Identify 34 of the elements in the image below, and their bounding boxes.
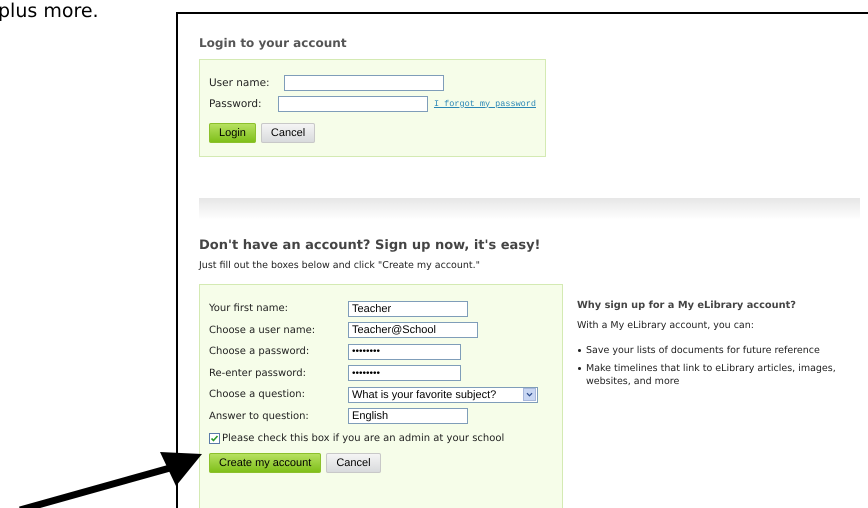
section-title: Login to your account bbox=[199, 36, 348, 50]
field-label: User name: bbox=[209, 76, 271, 88]
input-field[interactable] bbox=[284, 74, 444, 90]
password-field[interactable]: •••••••• bbox=[348, 344, 461, 360]
bullet-icon bbox=[578, 349, 581, 352]
field-label: Choose a question: bbox=[209, 389, 306, 400]
info-text: With a My eLibrary account, you can: bbox=[577, 320, 755, 331]
question-dropdown[interactable]: What is your favorite subject? bbox=[348, 386, 538, 403]
checkbox-label: Please check this box if you are an admin at your school bbox=[222, 433, 504, 444]
text-field[interactable]: Teacher bbox=[348, 300, 468, 317]
field-label: Re-enter password: bbox=[209, 368, 307, 379]
field-label: Choose a password: bbox=[209, 346, 310, 358]
field-label: Your first name: bbox=[209, 303, 289, 314]
forgot-password-link[interactable]: I forgot my password bbox=[434, 98, 536, 108]
input-field[interactable] bbox=[278, 96, 428, 112]
text-field[interactable]: English bbox=[348, 408, 468, 424]
bullet-icon bbox=[578, 367, 581, 370]
field-label: Password: bbox=[209, 98, 263, 110]
list-item: Make timelines that link to eLibrary articles, images, websites, and more bbox=[586, 362, 837, 388]
cancel-button[interactable]: Cancel bbox=[260, 123, 316, 143]
submit-button[interactable]: Create my account bbox=[209, 453, 322, 473]
section-title: Don't have an account? Sign up now, it's easy! bbox=[199, 238, 542, 253]
instruction-text: Just fill out the boxes below and click "Create my account." bbox=[199, 260, 482, 271]
field-label: Choose a user name: bbox=[209, 324, 316, 336]
admin-checkbox[interactable] bbox=[209, 433, 220, 444]
field-label: Answer to question: bbox=[209, 410, 310, 422]
document-text: plus more. bbox=[0, 0, 100, 22]
password-field[interactable]: •••••••• bbox=[348, 365, 461, 382]
list-item: Save your lists of documents for future reference bbox=[586, 344, 820, 357]
text-field[interactable]: Teacher@School bbox=[348, 322, 478, 338]
info-title: Why sign up for a My eLibrary account? bbox=[577, 300, 797, 311]
submit-button[interactable]: Login bbox=[209, 123, 256, 143]
cancel-button[interactable]: Cancel bbox=[326, 453, 381, 473]
caret-icon bbox=[523, 388, 536, 402]
